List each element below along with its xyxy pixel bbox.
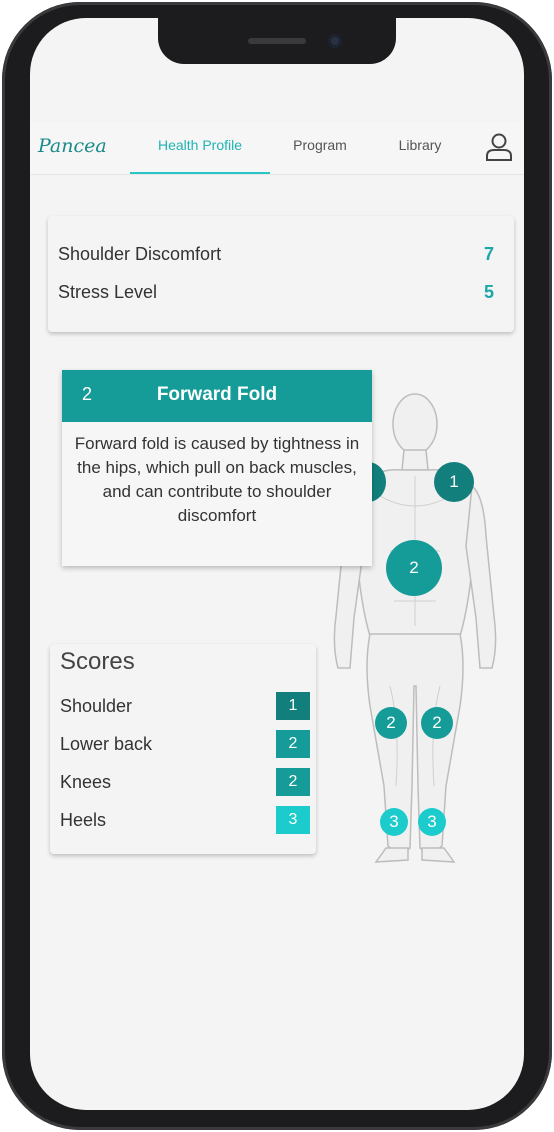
metric-label: Shoulder Discomfort: [58, 244, 222, 264]
score-badge: 2: [276, 768, 310, 796]
metric-row[interactable]: Shoulder Discomfort 7: [58, 244, 494, 274]
marker-number: 3: [427, 812, 437, 831]
app-logo[interactable]: Pancea: [38, 135, 107, 157]
marker-number: 2: [386, 713, 396, 732]
score-label: Knees: [60, 772, 112, 792]
score-badge: 2: [276, 730, 310, 758]
scores-title: Scores: [60, 648, 135, 675]
metric-row[interactable]: Stress Level 5: [58, 282, 494, 312]
body-marker-lower-back[interactable]: 2: [386, 540, 442, 596]
metric-value: 7: [483, 244, 494, 264]
metric-value: 5: [483, 282, 494, 302]
phone-screen: Pancea Health Profile Program Library Sh…: [30, 18, 524, 1110]
front-camera: [328, 34, 342, 48]
scores-card: Scores Shoulder 1 Lower back 2 Knees 2 H…: [50, 644, 316, 854]
body-marker-right-heel[interactable]: 3: [418, 808, 446, 836]
score-badge: 3: [276, 806, 310, 834]
body-marker-left-knee[interactable]: 2: [375, 707, 407, 739]
tab-health-profile[interactable]: Health Profile: [130, 122, 270, 174]
phone-notch: [158, 18, 396, 64]
marker-number: 1: [449, 472, 459, 491]
score-row-knees[interactable]: Knees 2: [60, 768, 310, 798]
score-label: Heels: [60, 810, 107, 830]
body-marker-right-knee[interactable]: 2: [421, 707, 453, 739]
phone-frame: Pancea Health Profile Program Library Sh…: [2, 2, 552, 1130]
speaker-grille: [248, 38, 306, 44]
marker-number: 2: [432, 713, 442, 732]
popup-title: Forward Fold: [156, 384, 278, 405]
metrics-card: Shoulder Discomfort 7 Stress Level 5: [48, 216, 514, 332]
body-marker-right-shoulder[interactable]: 1: [434, 462, 474, 502]
popup-description: Forward fold is caused by tightness in t…: [74, 434, 360, 525]
body-marker-left-heel[interactable]: 3: [380, 808, 408, 836]
issue-popup[interactable]: 2 Forward Fold Forward fold is caused by…: [62, 370, 372, 566]
popup-header: 2 Forward Fold: [62, 370, 372, 422]
score-badge: 1: [276, 692, 310, 720]
tab-library[interactable]: Library: [380, 122, 460, 174]
score-row-lower-back[interactable]: Lower back 2: [60, 730, 310, 760]
score-label: Shoulder: [60, 696, 133, 716]
user-icon[interactable]: [482, 130, 516, 164]
score-row-shoulder[interactable]: Shoulder 1: [60, 692, 310, 722]
marker-number: 2: [409, 558, 419, 577]
score-label: Lower back: [60, 734, 153, 754]
top-navigation: Pancea Health Profile Program Library: [30, 122, 524, 175]
marker-number: 3: [389, 812, 399, 831]
tab-program[interactable]: Program: [275, 122, 365, 174]
score-row-heels[interactable]: Heels 3: [60, 806, 310, 836]
metric-label: Stress Level: [58, 282, 158, 302]
